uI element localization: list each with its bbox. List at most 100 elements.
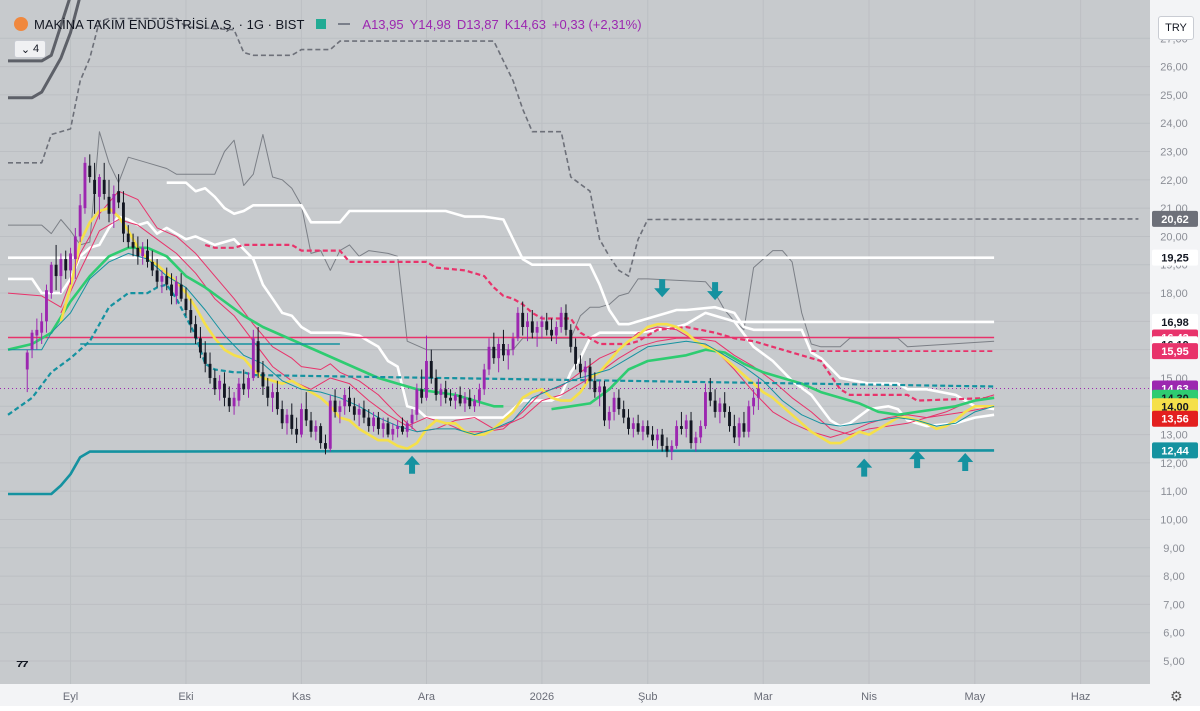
candle-down[interactable] bbox=[400, 426, 404, 432]
candle-down[interactable] bbox=[54, 264, 58, 277]
candle-up[interactable] bbox=[675, 426, 679, 446]
candle-down[interactable] bbox=[420, 389, 424, 398]
candle-up[interactable] bbox=[497, 344, 501, 359]
settings-gear-icon[interactable]: ⚙ bbox=[1170, 688, 1183, 705]
candle-up[interactable] bbox=[338, 406, 342, 412]
candle-up[interactable] bbox=[73, 236, 77, 260]
candle-up[interactable] bbox=[526, 321, 529, 328]
candle-down[interactable] bbox=[713, 400, 717, 412]
candle-down[interactable] bbox=[458, 394, 462, 404]
candle-down[interactable] bbox=[569, 329, 573, 347]
candle-up[interactable] bbox=[299, 409, 303, 435]
candle-down[interactable] bbox=[275, 392, 279, 410]
candle-up[interactable] bbox=[285, 414, 289, 424]
price-chart-svg[interactable]: 27,0026,0025,0024,0023,0022,0021,0020,00… bbox=[0, 0, 1200, 706]
symbol-logo-icon[interactable] bbox=[14, 17, 28, 31]
candle-down[interactable] bbox=[574, 346, 578, 364]
indicators-toggle-button[interactable]: ⌄ 4 bbox=[14, 40, 46, 58]
candle-down[interactable] bbox=[646, 426, 650, 435]
candle-up[interactable] bbox=[174, 281, 178, 296]
candle-up[interactable] bbox=[381, 423, 385, 429]
candle-up[interactable] bbox=[25, 352, 29, 370]
candle-down[interactable] bbox=[348, 397, 351, 407]
candle-down[interactable] bbox=[131, 242, 135, 248]
candle-up[interactable] bbox=[405, 423, 409, 432]
candle-down[interactable] bbox=[728, 411, 731, 427]
candle-down[interactable] bbox=[88, 165, 92, 177]
candle-down[interactable] bbox=[213, 377, 217, 390]
candle-down[interactable] bbox=[550, 329, 553, 336]
candle-up[interactable] bbox=[30, 332, 34, 350]
candle-down[interactable] bbox=[429, 360, 433, 378]
symbol-title[interactable]: MAKİNA TAKIM ENDÜSTRİSİ A.Ş. · 1G · BIST bbox=[34, 17, 304, 32]
candle-up[interactable] bbox=[607, 411, 611, 421]
candle-up[interactable] bbox=[506, 349, 510, 356]
candle-down[interactable] bbox=[651, 434, 654, 441]
candle-down[interactable] bbox=[362, 409, 366, 418]
candle-up[interactable] bbox=[477, 389, 481, 401]
candle-down[interactable] bbox=[708, 392, 712, 401]
candle-down[interactable] bbox=[194, 324, 198, 339]
candle-up[interactable] bbox=[583, 366, 587, 373]
candle-up[interactable] bbox=[59, 259, 63, 277]
candle-down[interactable] bbox=[352, 406, 356, 415]
candle-up[interactable] bbox=[756, 388, 760, 398]
candle-up[interactable] bbox=[598, 386, 602, 393]
candle-down[interactable] bbox=[295, 428, 299, 435]
tradingview-logo-icon[interactable]: ⁷⁷ bbox=[16, 656, 29, 677]
candle-down[interactable] bbox=[227, 397, 231, 407]
candle-down[interactable] bbox=[324, 443, 327, 449]
candle-down[interactable] bbox=[617, 397, 621, 410]
candle-up[interactable] bbox=[439, 389, 443, 395]
candle-down[interactable] bbox=[102, 179, 106, 194]
candle-down[interactable] bbox=[636, 423, 640, 432]
candle-down[interactable] bbox=[290, 414, 294, 429]
candle-down[interactable] bbox=[223, 383, 226, 398]
candle-up[interactable] bbox=[112, 193, 116, 214]
candle-down[interactable] bbox=[93, 179, 97, 194]
candle-down[interactable] bbox=[376, 417, 380, 429]
candle-up[interactable] bbox=[328, 400, 332, 449]
candle-up[interactable] bbox=[251, 338, 255, 378]
candle-up[interactable] bbox=[641, 426, 645, 432]
candle-up[interactable] bbox=[45, 290, 48, 322]
candle-down[interactable] bbox=[367, 417, 371, 427]
candle-up[interactable] bbox=[670, 445, 674, 452]
candle-down[interactable] bbox=[530, 321, 534, 333]
candle-up[interactable] bbox=[612, 397, 616, 412]
candle-down[interactable] bbox=[660, 434, 664, 446]
candle-up[interactable] bbox=[473, 400, 477, 407]
candle-down[interactable] bbox=[333, 400, 337, 412]
candle-down[interactable] bbox=[449, 397, 452, 401]
candle-down[interactable] bbox=[304, 409, 308, 421]
candle-up[interactable] bbox=[40, 321, 44, 333]
candle-up[interactable] bbox=[482, 369, 486, 390]
candle-down[interactable] bbox=[184, 298, 188, 311]
chart-area[interactable]: 27,0026,0025,0024,0023,0022,0021,0020,00… bbox=[0, 0, 1200, 706]
candle-up[interactable] bbox=[425, 360, 428, 398]
candle-up[interactable] bbox=[554, 327, 558, 336]
candle-down[interactable] bbox=[146, 250, 149, 262]
candle-up[interactable] bbox=[535, 327, 539, 333]
candle-down[interactable] bbox=[386, 423, 390, 435]
candle-down[interactable] bbox=[150, 261, 154, 271]
candle-down[interactable] bbox=[434, 377, 438, 395]
candle-down[interactable] bbox=[155, 270, 159, 282]
candle-up[interactable] bbox=[247, 377, 250, 390]
candle-down[interactable] bbox=[679, 426, 683, 429]
candle-up[interactable] bbox=[97, 177, 101, 197]
candle-up[interactable] bbox=[35, 329, 39, 336]
candle-up[interactable] bbox=[218, 380, 222, 390]
candle-down[interactable] bbox=[208, 363, 212, 378]
candle-down[interactable] bbox=[502, 344, 505, 356]
candle-down[interactable] bbox=[603, 386, 606, 421]
candle-down[interactable] bbox=[309, 420, 313, 432]
candle-up[interactable] bbox=[487, 346, 491, 370]
candle-down[interactable] bbox=[261, 372, 265, 387]
candle-down[interactable] bbox=[64, 259, 68, 271]
candle-up[interactable] bbox=[631, 423, 635, 429]
candle-up[interactable] bbox=[160, 276, 164, 282]
candle-down[interactable] bbox=[122, 202, 125, 234]
candle-up[interactable] bbox=[694, 437, 698, 444]
candle-up[interactable] bbox=[540, 321, 544, 328]
